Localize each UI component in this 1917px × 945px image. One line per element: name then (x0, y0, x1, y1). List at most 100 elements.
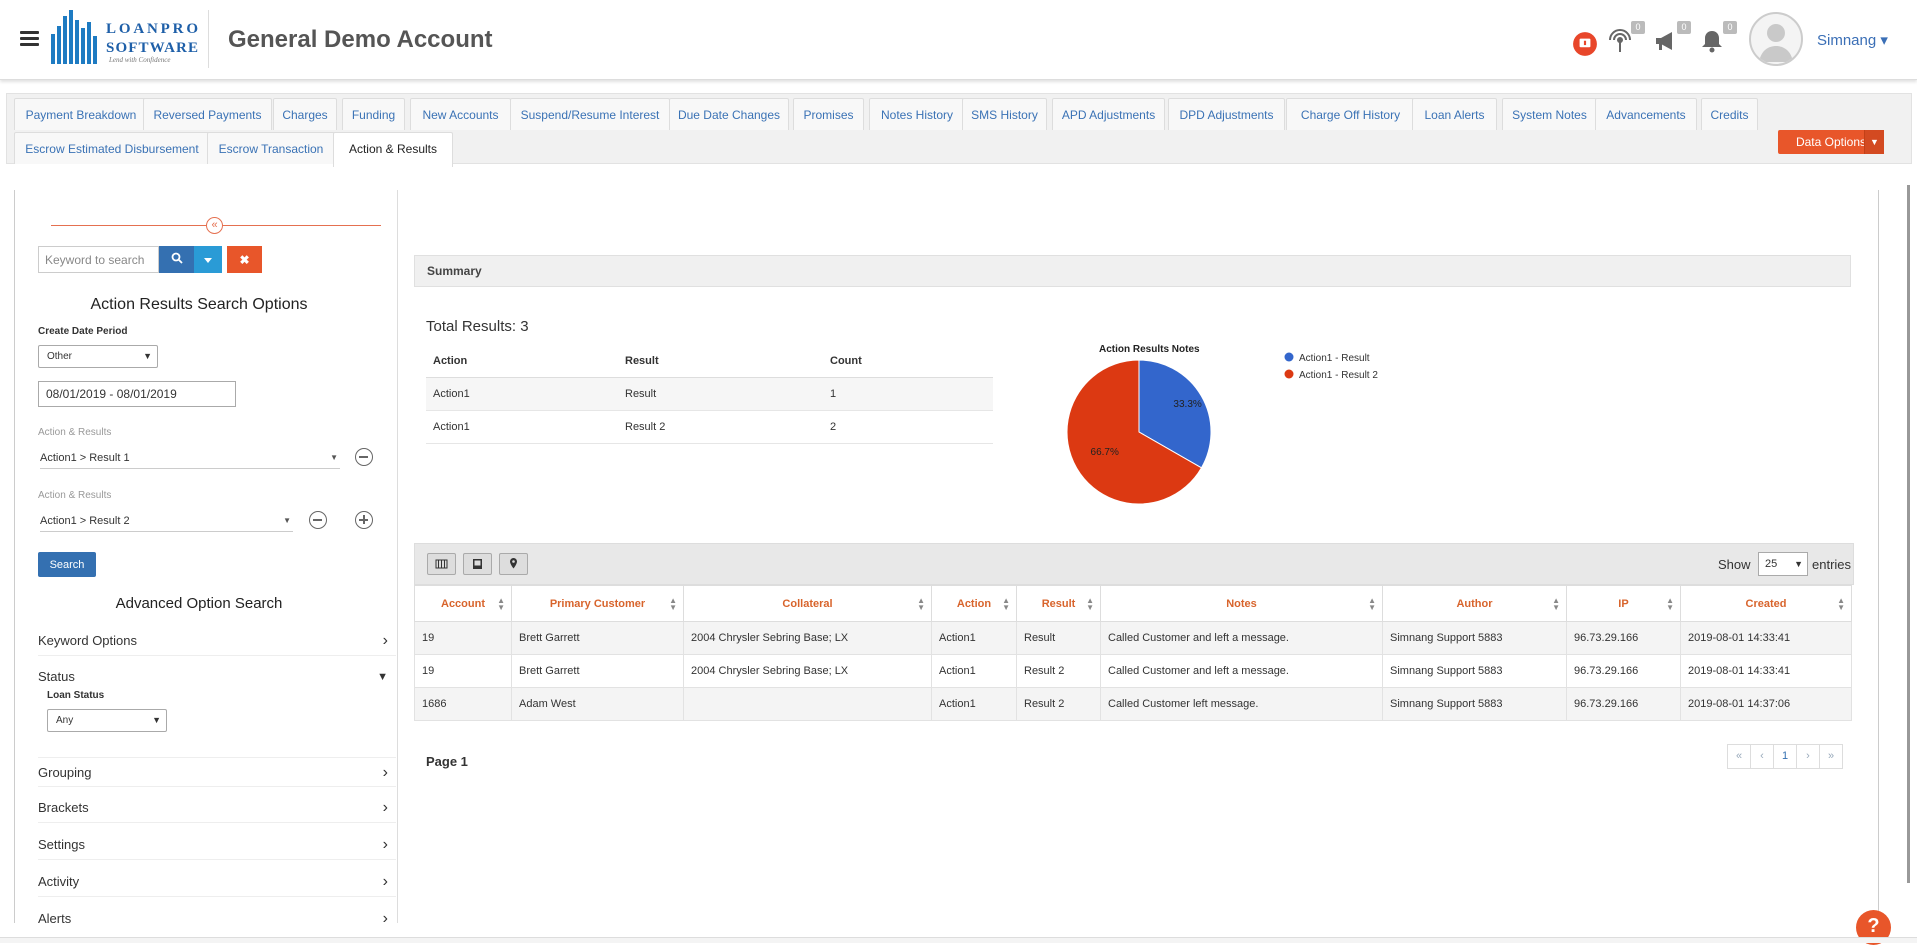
accordion-label: Status (38, 669, 75, 684)
loan-status-label: Loan Status (47, 690, 105, 701)
tab-action-results[interactable]: Action & Results (333, 132, 453, 167)
loan-status-value: Any (56, 715, 74, 726)
col-header-label: Created (1745, 597, 1787, 610)
add-criteria-icon[interactable] (355, 511, 373, 529)
pager-last[interactable]: » (1819, 744, 1843, 769)
keyword-clear-button[interactable]: ✖ (227, 246, 262, 273)
search-button[interactable]: Search (38, 552, 96, 577)
chevron-right-icon: › (382, 836, 388, 853)
pager-prev[interactable]: ‹ (1750, 744, 1774, 769)
table-row[interactable]: 19 Brett Garrett 2004 Chrysler Sebring B… (414, 654, 1852, 688)
megaphone-icon[interactable] (1653, 28, 1679, 54)
alert-icon[interactable] (1572, 31, 1598, 57)
caret-down-icon: ▼ (143, 351, 152, 361)
tab-promises[interactable]: Promises (793, 98, 864, 130)
entries-per-page-select[interactable]: 25 ▼ (1758, 552, 1808, 576)
loan-status-select[interactable]: Any ▼ (47, 709, 167, 732)
keyword-search-input[interactable] (38, 246, 159, 273)
page-indicator: Page 1 (426, 754, 468, 769)
tab-sms-history[interactable]: SMS History (962, 98, 1047, 130)
tab-charge-off-history[interactable]: Charge Off History (1286, 98, 1415, 130)
sort-icon: ▲ ▼ (1666, 596, 1674, 612)
col-header-author[interactable]: Author ▲ ▼ (1382, 585, 1567, 622)
create-date-select[interactable]: Other ▼ (38, 345, 158, 368)
tab-due-date-changes[interactable]: Due Date Changes (669, 98, 789, 130)
keyword-search-button[interactable] (159, 246, 194, 273)
broadcast-icon[interactable] (1607, 28, 1633, 54)
tab-new-accounts[interactable]: New Accounts (410, 98, 511, 130)
legend-label-2[interactable]: Action1 - Result 2 (1299, 370, 1378, 381)
collapse-panel-icon[interactable]: « (206, 217, 223, 234)
bell-icon[interactable] (1699, 28, 1725, 54)
col-header-primary-customer[interactable]: Primary Customer ▲ ▼ (511, 585, 684, 622)
accordion-alerts[interactable]: Alerts › (38, 904, 396, 923)
tab-system-notes[interactable]: System Notes (1502, 98, 1597, 130)
caret-down-icon: ▼ (1794, 559, 1803, 569)
pie-chart: Action Results Notes 33.3% 66.7% Action1 … (1066, 344, 1378, 505)
remove-criteria-icon[interactable] (309, 511, 327, 529)
tab-payment-breakdown[interactable]: Payment Breakdown (14, 98, 148, 130)
accordion-settings[interactable]: Settings › (38, 830, 396, 860)
action-results-value-1: Action1 > Result 1 (40, 452, 130, 464)
table-row[interactable]: 1686 Adam West Action1 Result 2 Called C… (414, 687, 1852, 721)
data-options-caret-icon[interactable]: ▼ (1864, 130, 1884, 154)
col-header-notes[interactable]: Notes ▲ ▼ (1100, 585, 1383, 622)
legend-swatch-1 (1284, 352, 1294, 362)
col-header-label: Result (1041, 597, 1076, 610)
tab-apd-adjustments[interactable]: APD Adjustments (1052, 98, 1165, 130)
action-results-select-2[interactable]: Action1 > Result 2 ▼ (40, 510, 293, 532)
summary-cell: 2 (823, 410, 993, 444)
tab-charges[interactable]: Charges (273, 98, 337, 130)
tab-suspend-resume-interest[interactable]: Suspend/Resume Interest (510, 98, 670, 130)
map-button[interactable] (499, 553, 528, 575)
keyword-options-dropdown[interactable] (194, 246, 222, 273)
print-button[interactable] (463, 553, 492, 575)
sort-icon: ▲ ▼ (1552, 596, 1560, 612)
col-header-ip[interactable]: IP ▲ ▼ (1566, 585, 1681, 622)
columns-button[interactable] (427, 553, 456, 575)
accordion-label: Keyword Options (38, 633, 137, 648)
col-header-created[interactable]: Created ▲ ▼ (1680, 585, 1852, 622)
tab-loan-alerts[interactable]: Loan Alerts (1412, 98, 1497, 130)
summary-col-header: Count (823, 345, 993, 378)
menu-icon[interactable] (20, 31, 39, 46)
tab-funding[interactable]: Funding (342, 98, 405, 130)
page-scrollbar[interactable] (1907, 185, 1910, 883)
date-range-input[interactable]: 08/01/2019 - 08/01/2019 (38, 381, 236, 407)
create-date-label: Create Date Period (38, 326, 128, 337)
col-header-label: Collateral (782, 597, 833, 610)
col-header-result[interactable]: Result ▲ ▼ (1016, 585, 1101, 622)
summary-cell: Result (618, 377, 823, 411)
accordion-status[interactable]: Status ▼ (38, 662, 396, 692)
user-menu[interactable]: Simnang ▾ (1817, 31, 1888, 49)
table-row[interactable]: 19 Brett Garrett 2004 Chrysler Sebring B… (414, 621, 1852, 655)
tab-reversed-payments[interactable]: Reversed Payments (143, 98, 272, 130)
accordion-grouping[interactable]: Grouping › (38, 757, 396, 787)
advanced-search-title: Advanced Option Search (115, 595, 283, 612)
tab-escrow-estimated-disbursement[interactable]: Escrow Estimated Disbursement (14, 132, 210, 164)
accordion-activity[interactable]: Activity › (38, 867, 396, 897)
accordion-brackets[interactable]: Brackets › (38, 793, 396, 823)
cell-primary-customer: Adam West (511, 687, 684, 721)
col-header-action[interactable]: Action ▲ ▼ (931, 585, 1017, 622)
tab-advancements[interactable]: Advancements (1595, 98, 1697, 130)
pager-first[interactable]: « (1727, 744, 1751, 769)
pager-page-1[interactable]: 1 (1773, 744, 1797, 769)
accordion-keyword-options[interactable]: Keyword Options › (38, 626, 396, 656)
tab-notes-history[interactable]: Notes History (869, 98, 965, 130)
pager-next[interactable]: › (1796, 744, 1820, 769)
chevron-down-icon: ▼ (377, 671, 388, 683)
action-results-select-1[interactable]: Action1 > Result 1 ▼ (40, 447, 340, 469)
summary-col-header: Result (618, 345, 823, 378)
sort-icon: ▲ ▼ (669, 596, 677, 612)
avatar[interactable] (1749, 12, 1803, 66)
tab-credits[interactable]: Credits (1701, 98, 1758, 130)
tab-escrow-transaction[interactable]: Escrow Transaction (207, 132, 335, 164)
remove-criteria-icon[interactable] (355, 448, 373, 466)
col-header-collateral[interactable]: Collateral ▲ ▼ (683, 585, 932, 622)
cell-notes: Called Customer and left a message. (1100, 621, 1383, 655)
tab-dpd-adjustments[interactable]: DPD Adjustments (1168, 98, 1285, 130)
legend-label-1[interactable]: Action1 - Result (1299, 353, 1370, 364)
search-panel: « ✖ Action Results Search Options Create… (14, 190, 398, 923)
col-header-account[interactable]: Account ▲ ▼ (414, 585, 512, 622)
